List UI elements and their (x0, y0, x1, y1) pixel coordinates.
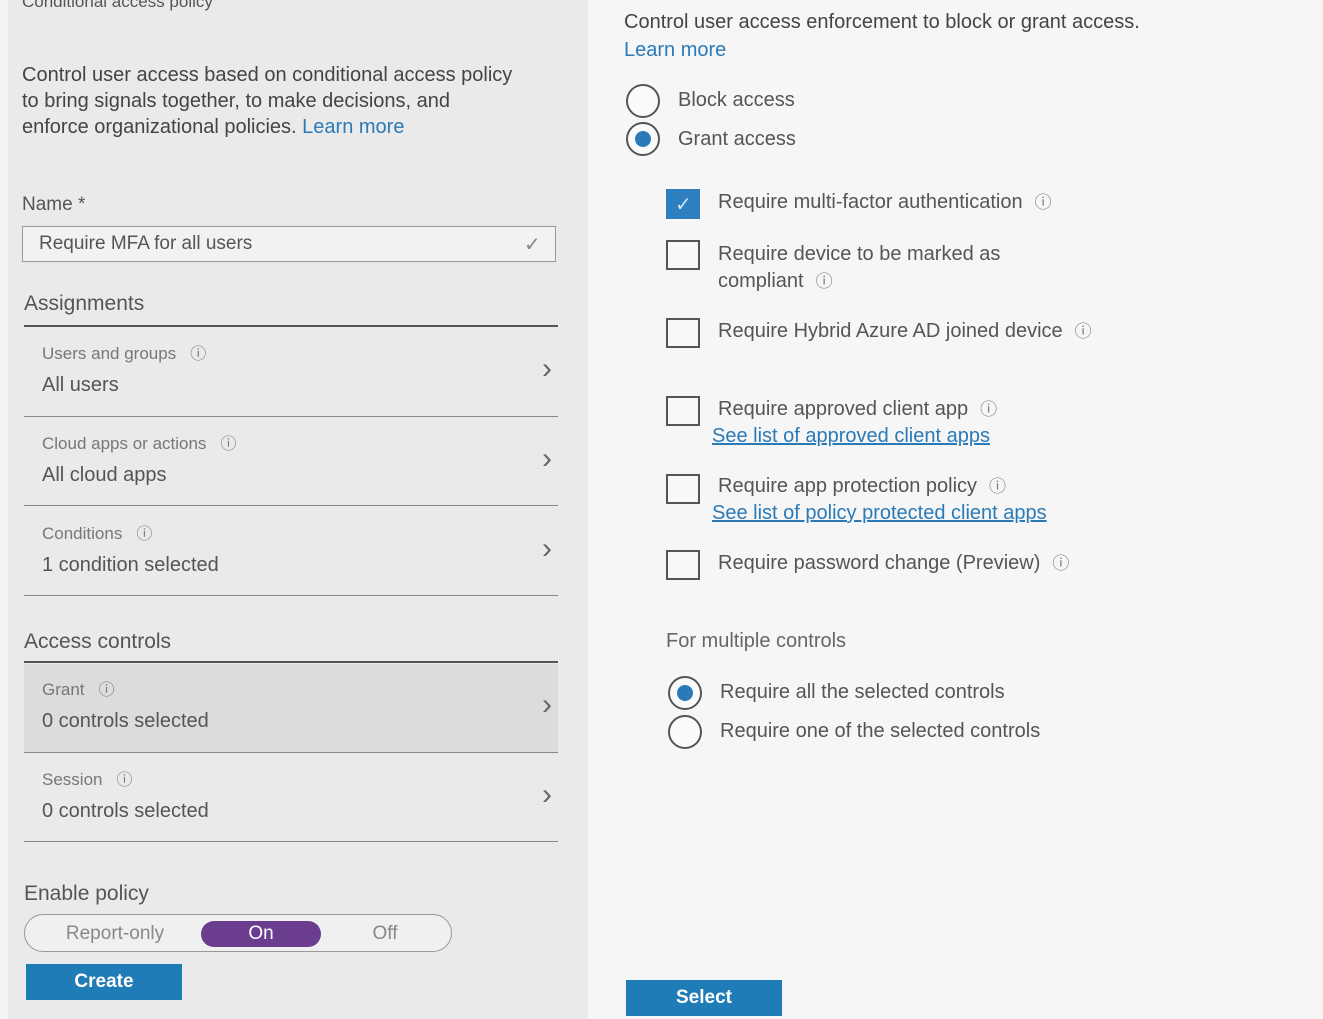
nav-value: All users (42, 374, 119, 396)
control-label: Require app protection policy ⓘ (718, 473, 1178, 500)
control-label: Require device to be marked as compliant… (718, 241, 1098, 295)
grant-blade: Control user access enforcement to block… (588, 0, 1323, 1019)
info-icon[interactable]: ⓘ (99, 682, 115, 699)
approved-app-checkbox[interactable] (666, 396, 700, 426)
block-access-label: Block access (678, 89, 795, 111)
divider (24, 416, 558, 417)
select-button[interactable]: Select (626, 980, 782, 1016)
assignments-heading: Assignments (24, 292, 145, 315)
nav-value: 0 controls selected (42, 800, 209, 822)
info-icon[interactable]: ⓘ (1052, 554, 1069, 573)
control-label: Require multi-factor authentication ⓘ (718, 189, 1178, 216)
info-icon[interactable]: ⓘ (989, 477, 1006, 496)
create-button[interactable]: Create (26, 964, 182, 1000)
info-icon[interactable]: ⓘ (220, 436, 236, 453)
nav-value: All cloud apps (42, 464, 167, 486)
nav-title: Grant ⓘ (42, 676, 115, 700)
require-one-label: Require one of the selected controls (720, 720, 1041, 742)
policy-description: Control user access based on conditional… (22, 62, 522, 140)
chevron-right-icon: › (542, 442, 552, 475)
compliant-device-checkbox[interactable] (666, 240, 700, 270)
nav-value: 0 controls selected (42, 710, 209, 732)
protected-apps-link[interactable]: See list of policy protected client apps (712, 502, 1047, 525)
info-icon[interactable]: ⓘ (980, 400, 997, 419)
chevron-right-icon: › (542, 778, 552, 811)
approved-apps-link[interactable]: See list of approved client apps (712, 425, 990, 448)
divider (24, 325, 558, 327)
info-icon[interactable]: ⓘ (1075, 322, 1092, 341)
name-label: Name * (22, 194, 86, 215)
grant-access-label: Grant access (678, 128, 796, 150)
nav-session[interactable]: Session ⓘ 0 controls selected › (24, 754, 558, 842)
info-icon[interactable]: ⓘ (816, 272, 833, 291)
control-label-text: Require app protection policy (718, 475, 978, 497)
control-label-text: Require device to be marked as compliant (718, 243, 1001, 292)
nav-title-text: Grant (42, 680, 85, 699)
enable-policy-toggle: Report-only On Off (24, 914, 452, 952)
control-label-text: Require password change (Preview) (718, 552, 1041, 574)
control-label-text: Require approved client app (718, 398, 969, 420)
toggle-report-only[interactable]: Report-only (35, 921, 195, 947)
nav-title-text: Session (42, 770, 103, 789)
toggle-off[interactable]: Off (335, 921, 435, 947)
toggle-on[interactable]: On (201, 921, 321, 947)
nav-title-text: Cloud apps or actions (42, 434, 207, 453)
multiple-controls-heading: For multiple controls (666, 630, 847, 652)
require-one-radio[interactable] (668, 715, 702, 749)
app-protection-checkbox[interactable] (666, 474, 700, 504)
control-label-text: Require Hybrid Azure AD joined device (718, 320, 1063, 342)
nav-title: Conditions ⓘ (42, 520, 152, 544)
name-input[interactable] (22, 226, 556, 262)
divider (24, 752, 558, 753)
chevron-right-icon: › (542, 352, 552, 385)
policy-description-text: Control user access based on conditional… (22, 64, 513, 138)
info-icon[interactable]: ⓘ (116, 772, 132, 789)
block-access-radio[interactable] (626, 84, 660, 118)
blade-title: Conditional access policy (22, 0, 213, 11)
grant-description: Control user access enforcement to block… (624, 8, 1184, 64)
control-label: Require approved client app ⓘ (718, 396, 1178, 423)
mfa-checkbox[interactable] (666, 189, 700, 219)
info-icon[interactable]: ⓘ (136, 526, 152, 543)
password-change-checkbox[interactable] (666, 550, 700, 580)
require-all-label: Require all the selected controls (720, 681, 1005, 703)
nav-value: 1 condition selected (42, 554, 219, 576)
divider (24, 841, 558, 842)
nav-cloud-apps[interactable]: Cloud apps or actions ⓘ All cloud apps › (24, 418, 558, 506)
checkmark-icon: ✓ (524, 234, 541, 256)
info-icon[interactable]: ⓘ (1035, 193, 1052, 212)
nav-title: Cloud apps or actions ⓘ (42, 430, 236, 454)
info-icon[interactable]: ⓘ (190, 346, 206, 363)
policy-blade: Conditional access policy Control user a… (8, 0, 588, 1019)
control-label: Require password change (Preview) ⓘ (718, 550, 1238, 577)
chevron-right-icon: › (542, 532, 552, 565)
enable-policy-heading: Enable policy (24, 882, 149, 905)
nav-title-text: Conditions (42, 524, 123, 543)
access-controls-heading: Access controls (24, 630, 172, 653)
divider (24, 661, 558, 663)
require-all-radio[interactable] (668, 676, 702, 710)
nav-conditions[interactable]: Conditions ⓘ 1 condition selected › (24, 508, 558, 596)
divider (24, 505, 558, 506)
control-label-text: Require multi-factor authentication (718, 191, 1023, 213)
nav-title: Session ⓘ (42, 766, 133, 790)
chevron-right-icon: › (542, 688, 552, 721)
learn-more-link[interactable]: Learn more (624, 39, 726, 61)
learn-more-link[interactable]: Learn more (302, 116, 404, 138)
nav-grant[interactable]: Grant ⓘ 0 controls selected › (24, 664, 558, 752)
grant-description-text: Control user access enforcement to block… (624, 11, 1140, 33)
divider (24, 595, 558, 596)
grant-access-radio[interactable] (626, 122, 660, 156)
nav-users-and-groups[interactable]: Users and groups ⓘ All users › (24, 328, 558, 416)
nav-title: Users and groups ⓘ (42, 340, 206, 364)
control-label: Require Hybrid Azure AD joined device ⓘ (718, 318, 1098, 345)
nav-title-text: Users and groups (42, 344, 177, 363)
hybrid-joined-checkbox[interactable] (666, 318, 700, 348)
